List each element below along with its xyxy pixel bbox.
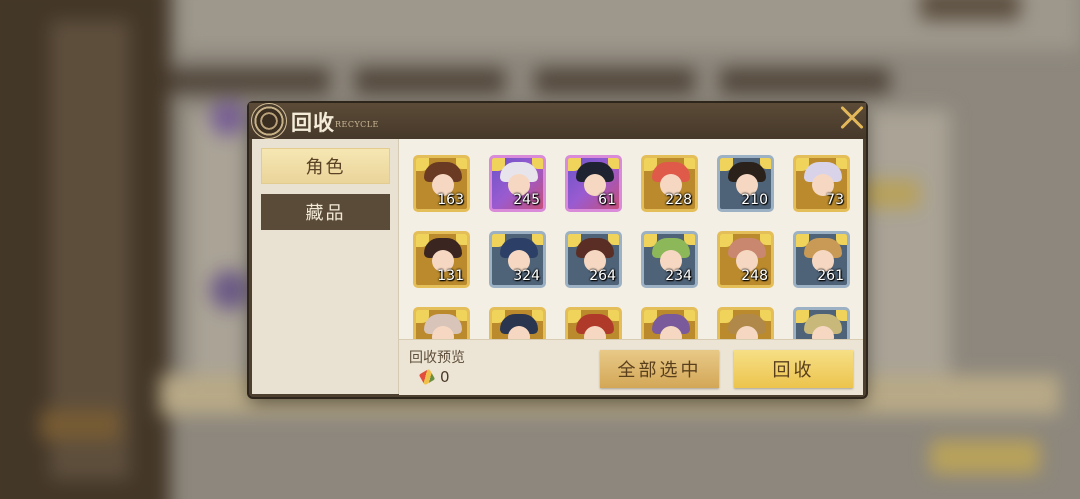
recycle-preview-label: 回收预览 [409,350,465,366]
character-card[interactable]: 261 [793,231,850,288]
character-card[interactable]: 234 [641,231,698,288]
recycle-preview-value: 0 [440,368,450,386]
character-portrait [500,314,538,339]
recycle-button[interactable]: 回收 [734,350,853,388]
close-icon[interactable] [837,103,867,133]
tab-characters[interactable]: 角色 [261,148,390,184]
card-count: 245 [513,192,540,208]
card-count: 261 [817,268,844,284]
character-card[interactable]: 131 [413,231,470,288]
dialog-header: 回收 RECYCLE [249,103,866,139]
character-card[interactable] [565,307,622,339]
recycle-emblem-icon [251,103,287,139]
dialog-title: 回收 [291,110,335,135]
gem-icon [418,368,436,386]
card-count: 248 [741,268,768,284]
character-portrait [424,314,462,339]
card-count: 234 [665,268,692,284]
character-card[interactable]: 324 [489,231,546,288]
category-sidebar: 角色 藏品 [252,139,399,394]
character-card[interactable] [641,307,698,339]
character-card[interactable]: 61 [565,155,622,212]
character-card[interactable]: 245 [489,155,546,212]
card-count: 264 [589,268,616,284]
card-count: 324 [513,268,540,284]
card-count: 210 [741,192,768,208]
dialog-body: 角色 藏品 163 245 61 228 210 73 131 324 264 234 248 261… [252,139,863,395]
character-card[interactable] [793,307,850,339]
select-all-button[interactable]: 全部选中 [600,350,719,388]
character-portrait [728,314,766,339]
dialog-footer: 回收预览 0 全部选中 回收 [399,339,863,395]
tab-collectibles[interactable]: 藏品 [261,194,390,230]
character-card[interactable]: 228 [641,155,698,212]
card-count: 131 [437,268,464,284]
card-count: 163 [437,192,464,208]
character-card[interactable] [717,307,774,339]
card-count: 61 [598,192,616,208]
character-portrait [652,314,690,339]
character-portrait [804,314,842,339]
card-count: 228 [665,192,692,208]
dialog-subtitle: RECYCLE [335,120,379,129]
character-card[interactable]: 73 [793,155,850,212]
recycle-dialog: 回收 RECYCLE 角色 藏品 163 245 61 228 210 73 131 324 2… [249,103,866,397]
character-card[interactable] [413,307,470,339]
card-grid: 163 245 61 228 210 73 131 324 264 234 248 261 [399,139,863,339]
character-portrait [576,314,614,339]
character-card[interactable]: 264 [565,231,622,288]
character-card[interactable]: 248 [717,231,774,288]
character-card[interactable]: 210 [717,155,774,212]
card-count: 73 [826,192,844,208]
character-card[interactable]: 163 [413,155,470,212]
character-card[interactable] [489,307,546,339]
